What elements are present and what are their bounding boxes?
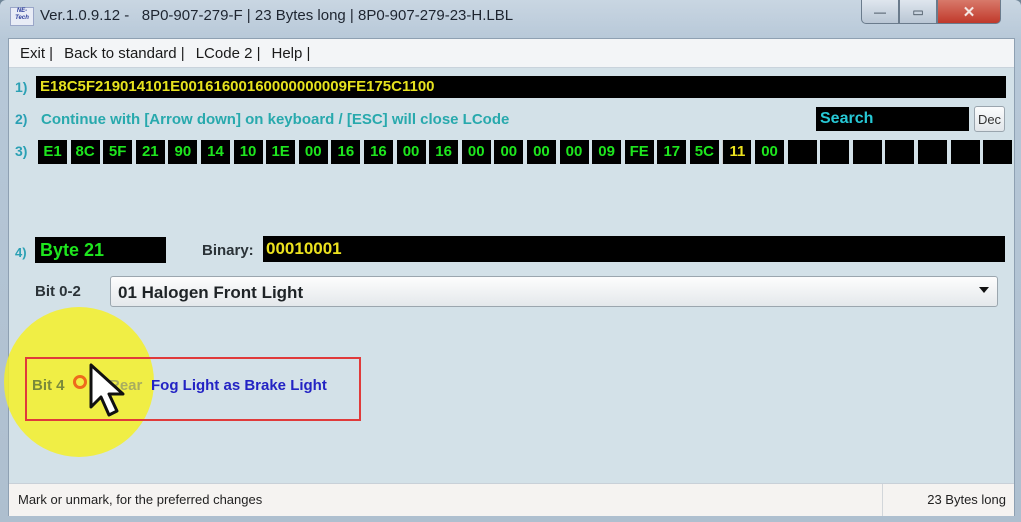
- coding-string-field[interactable]: E18C5F219014101E00161600160000000009FE17…: [36, 76, 1006, 98]
- byte-cell[interactable]: 16: [429, 140, 459, 164]
- menu-lcode-2[interactable]: LCode 2 |: [185, 45, 261, 62]
- byte-cell[interactable]: [852, 140, 882, 164]
- dropdown-selected-value: 01 Halogen Front Light: [118, 283, 304, 302]
- close-icon: ✕: [962, 3, 976, 21]
- row-1-label: 1): [15, 79, 28, 95]
- binary-label: Binary:: [202, 242, 254, 259]
- byte-cell[interactable]: 17: [657, 140, 687, 164]
- byte-cell[interactable]: 00: [559, 140, 589, 164]
- row-3-label: 3): [15, 143, 28, 159]
- byte-cell[interactable]: 00: [396, 140, 426, 164]
- menu-help[interactable]: Help |: [261, 45, 311, 62]
- byte-cell[interactable]: 21: [135, 140, 165, 164]
- binary-value-field: 00010001: [263, 236, 1005, 262]
- byte-cell[interactable]: 5F: [103, 140, 133, 164]
- window-title: Ver.1.0.9.12 - 8P0-907-279-F | 23 Bytes …: [40, 7, 514, 24]
- byte-grid: E1 8C 5F 21 90 14 10 1E 00 16 16 00 16 00 00 00 00 09 FE 17…: [38, 140, 1016, 164]
- byte-cell[interactable]: [983, 140, 1013, 164]
- byte-cell[interactable]: 09: [592, 140, 622, 164]
- row-2-label: 2): [15, 111, 28, 127]
- byte-cell[interactable]: E1: [38, 140, 67, 164]
- status-byte-count: 23 Bytes long: [927, 492, 1006, 507]
- maximize-icon: ▭: [912, 4, 924, 19]
- dec-button[interactable]: Dec: [974, 106, 1005, 132]
- minimize-icon: —: [874, 4, 886, 19]
- byte-cell[interactable]: [820, 140, 850, 164]
- byte-cell[interactable]: 11: [722, 140, 752, 164]
- menu-back-to-standard[interactable]: Back to standard |: [53, 45, 185, 62]
- byte-cell[interactable]: 90: [168, 140, 198, 164]
- byte-cell[interactable]: FE: [624, 140, 654, 164]
- title-bar[interactable]: NE-Tech Ver.1.0.9.12 - 8P0-907-279-F | 2…: [0, 0, 1021, 32]
- byte-cell[interactable]: 1E: [266, 140, 296, 164]
- close-button[interactable]: ✕: [937, 0, 1001, 24]
- client-area: Exit | Back to standard | LCode 2 | Help…: [4, 38, 1016, 516]
- byte-cell[interactable]: 8C: [70, 140, 100, 164]
- byte-cell[interactable]: [918, 140, 948, 164]
- minimize-button[interactable]: —: [861, 0, 899, 24]
- byte-cell[interactable]: [950, 140, 980, 164]
- bit-0-2-dropdown[interactable]: 01 Halogen Front Light: [110, 276, 998, 307]
- bit-0-2-label: Bit 0-2: [35, 283, 81, 300]
- search-input[interactable]: Search: [816, 107, 969, 131]
- byte-cell[interactable]: 10: [233, 140, 263, 164]
- maximize-button[interactable]: ▭: [899, 0, 937, 24]
- byte-cell[interactable]: 00: [494, 140, 524, 164]
- byte-cell[interactable]: 00: [461, 140, 491, 164]
- byte-cell[interactable]: 16: [363, 140, 393, 164]
- byte-cell[interactable]: 14: [200, 140, 230, 164]
- byte-cell[interactable]: 00: [755, 140, 785, 164]
- byte-cell[interactable]: 00: [298, 140, 328, 164]
- app-window: NE-Tech Ver.1.0.9.12 - 8P0-907-279-F | 2…: [0, 0, 1021, 522]
- byte-cell[interactable]: 16: [331, 140, 361, 164]
- byte-cell[interactable]: [787, 140, 817, 164]
- menu-exit[interactable]: Exit |: [9, 45, 53, 62]
- menu-bar: Exit | Back to standard | LCode 2 | Help…: [9, 39, 1014, 68]
- status-divider: [882, 484, 883, 516]
- app-logo-icon: NE-Tech: [10, 7, 34, 26]
- byte-cell[interactable]: 00: [526, 140, 556, 164]
- status-bar: Mark or unmark, for the preferred change…: [9, 483, 1014, 516]
- byte-cell[interactable]: [885, 140, 915, 164]
- instruction-text: Continue with [Arrow down] on keyboard /…: [41, 111, 510, 128]
- chevron-down-icon[interactable]: [979, 287, 989, 293]
- row-4-label: 4): [15, 245, 27, 260]
- status-message: Mark or unmark, for the preferred change…: [18, 492, 263, 507]
- byte-number-display: Byte 21: [35, 237, 166, 263]
- mouse-pointer-icon: [89, 363, 125, 417]
- byte-cell[interactable]: 5C: [689, 140, 719, 164]
- annotation-box: [25, 357, 361, 421]
